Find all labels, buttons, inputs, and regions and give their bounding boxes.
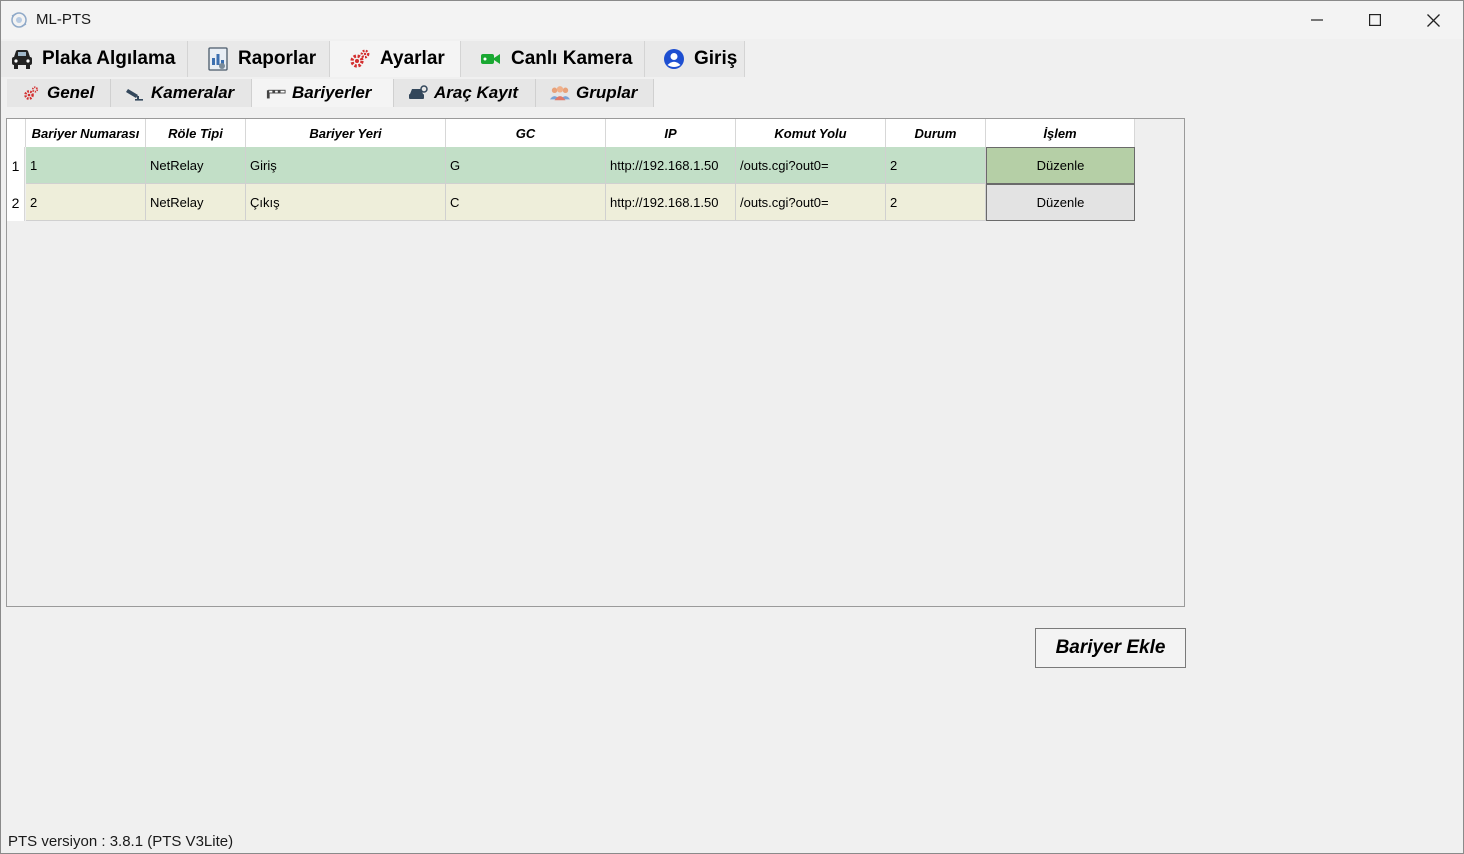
report-icon [206, 47, 230, 71]
tab-label: Giriş [694, 48, 738, 69]
main-tab-bar: Plaka Algılama Raporlar Ayarlar Canlı Ka… [1, 41, 1463, 77]
close-icon [1426, 13, 1440, 27]
cell-command-path[interactable]: /outs.cgi?out0= [736, 147, 886, 184]
minimize-button[interactable] [1288, 1, 1346, 39]
maximize-button[interactable] [1346, 1, 1404, 39]
cell-command-path[interactable]: /outs.cgi?out0= [736, 184, 886, 221]
column-header[interactable]: Bariyer Yeri [246, 119, 446, 147]
subtab-label: Genel [47, 83, 95, 102]
barrier-icon [266, 84, 286, 102]
tab-label: Plaka Algılama [42, 48, 176, 69]
window-title: ML-PTS [36, 11, 92, 28]
app-window: ML-PTS Plaka Algılama Raporlar Ayarlar C… [0, 0, 1464, 854]
subtab-arac-kayit[interactable]: Araç Kayıt [394, 79, 536, 107]
subtab-label: Kameralar [151, 83, 235, 102]
tab-raporlar[interactable]: Raporlar [188, 41, 330, 77]
column-header[interactable]: Bariyer Numarası [26, 119, 146, 147]
column-header[interactable]: Durum [886, 119, 986, 147]
column-header[interactable]: Röle Tipi [146, 119, 246, 147]
edit-button[interactable]: Düzenle [986, 147, 1135, 184]
subtab-kameralar[interactable]: Kameralar [111, 79, 252, 107]
edit-button[interactable]: Düzenle [986, 184, 1135, 221]
subtab-genel[interactable]: Genel [7, 79, 111, 107]
minimize-icon [1311, 19, 1323, 21]
cell-gc[interactable]: C [446, 184, 606, 221]
user-icon [662, 47, 686, 71]
subtab-label: Bariyerler [292, 83, 372, 102]
row-number[interactable]: 1 [7, 147, 25, 184]
cell-barrier-number[interactable]: 2 [26, 184, 146, 221]
subtab-gruplar[interactable]: Gruplar [536, 79, 654, 107]
car-icon [10, 47, 34, 71]
tab-label: Ayarlar [380, 48, 445, 69]
column-header[interactable]: İşlem [986, 119, 1135, 147]
row-header-corner [7, 119, 26, 147]
barrier-table: Bariyer Numarası Röle Tipi Bariyer Yeri … [6, 118, 1185, 607]
cell-status[interactable]: 2 [886, 184, 986, 221]
video-camera-icon [479, 47, 503, 71]
version-status: PTS versiyon : 3.8.1 (PTS V3Lite) [8, 833, 234, 850]
tab-label: Canlı Kamera [511, 48, 633, 69]
subtab-label: Araç Kayıt [434, 83, 519, 102]
cell-ip[interactable]: http://192.168.1.50 [606, 147, 736, 184]
close-button[interactable] [1404, 1, 1462, 39]
add-barrier-button[interactable]: Bariyer Ekle [1035, 628, 1186, 668]
cell-barrier-location[interactable]: Çıkış [246, 184, 446, 221]
cell-relay-type[interactable]: NetRelay [146, 184, 246, 221]
cell-status[interactable]: 2 [886, 147, 986, 184]
title-bar: ML-PTS [1, 1, 1463, 39]
gears-icon [348, 47, 372, 71]
security-camera-icon [125, 84, 145, 102]
tab-plaka-algilama[interactable]: Plaka Algılama [1, 41, 188, 77]
group-icon [550, 84, 570, 102]
app-icon [11, 12, 27, 28]
cell-barrier-location[interactable]: Giriş [246, 147, 446, 184]
tab-ayarlar[interactable]: Ayarlar [330, 41, 461, 77]
cell-relay-type[interactable]: NetRelay [146, 147, 246, 184]
tab-label: Raporlar [238, 48, 317, 69]
tab-canli-kamera[interactable]: Canlı Kamera [461, 41, 645, 77]
cell-ip[interactable]: http://192.168.1.50 [606, 184, 736, 221]
row-number[interactable]: 2 [7, 184, 25, 221]
subtab-label: Gruplar [576, 83, 638, 102]
sub-tab-bar: Genel Kameralar Bariyerler Araç Kayıt Gr… [1, 79, 1463, 107]
cell-barrier-number[interactable]: 1 [26, 147, 146, 184]
tab-giris[interactable]: Giriş [645, 41, 745, 77]
subtab-bariyerler[interactable]: Bariyerler [252, 79, 394, 107]
column-header[interactable]: Komut Yolu [736, 119, 886, 147]
column-header[interactable]: IP [606, 119, 736, 147]
gears-icon [21, 84, 41, 102]
cell-gc[interactable]: G [446, 147, 606, 184]
column-header[interactable]: GC [446, 119, 606, 147]
car-key-icon [408, 84, 428, 102]
maximize-icon [1369, 14, 1381, 26]
